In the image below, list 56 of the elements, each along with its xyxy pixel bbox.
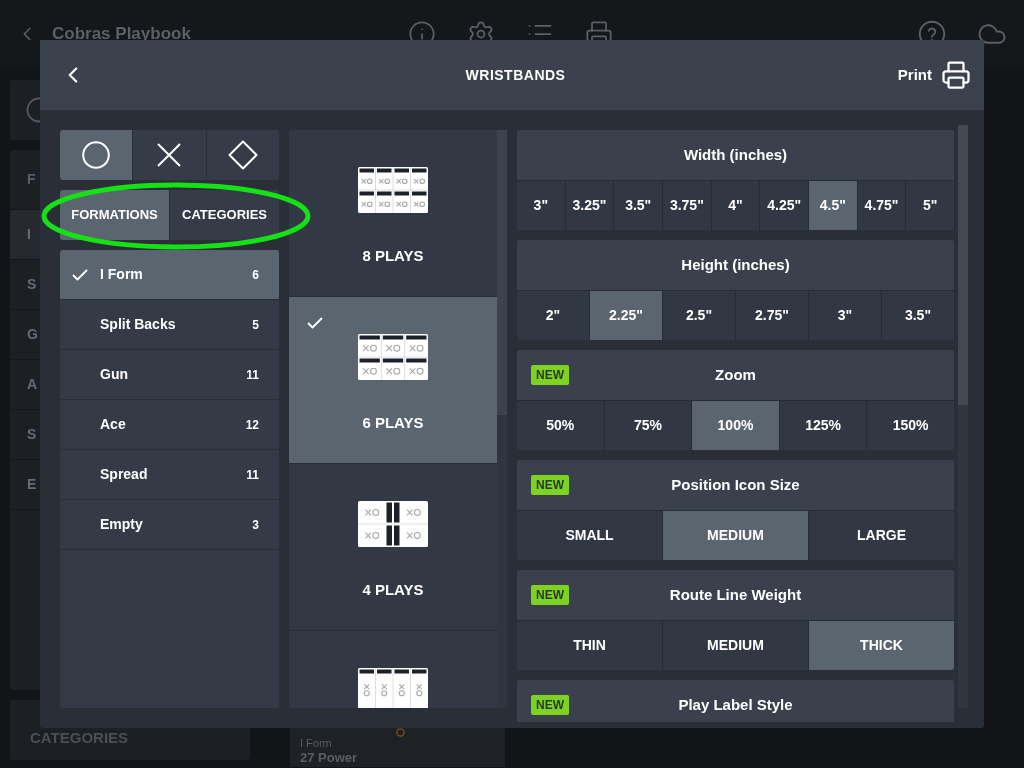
formation-count: 11	[246, 466, 259, 484]
setting-title: Height (inches)	[681, 254, 790, 275]
check-icon	[307, 317, 323, 329]
setting-title: Route Line Weight	[669, 584, 802, 605]
formation-name: Spread	[100, 465, 149, 484]
layout-label: 4 PLAYS	[362, 580, 424, 600]
tab[interactable]: FORMATIONS	[60, 190, 169, 240]
option-button[interactable]: MEDIUM	[662, 511, 808, 560]
formation-name: Empty	[100, 515, 144, 534]
app-title: Cobras Playbook	[52, 23, 191, 46]
play-title: 27 Power	[300, 750, 359, 765]
print-button[interactable]: Print	[897, 60, 971, 90]
formation-count: 5	[252, 316, 259, 334]
printer-icon	[941, 60, 971, 90]
new-badge: NEW	[531, 365, 569, 385]
formation-count: 11	[246, 366, 259, 384]
formation-item[interactable]: I Form 6	[60, 250, 279, 300]
formation-count: 3	[252, 516, 259, 534]
option-button[interactable]: 2.25"	[589, 291, 662, 340]
layout-option[interactable]: 6 PLAYS	[289, 297, 497, 464]
status-dot-icon	[396, 728, 405, 737]
formation-name: Gun	[100, 365, 129, 384]
wristband-layout-icon	[358, 668, 428, 708]
dialog-title: WRISTBANDS	[465, 65, 566, 85]
shape-toggle-button[interactable]	[133, 130, 206, 180]
scrollbar-thumb[interactable]	[958, 125, 968, 405]
formation-name: Ace	[100, 415, 127, 434]
sidebar-header: F	[27, 170, 36, 189]
formation-name: I Form	[100, 265, 144, 284]
check-icon	[72, 268, 88, 281]
scrollbar-thumb[interactable]	[497, 130, 507, 415]
layout-label: 8 PLAYS	[362, 246, 424, 266]
formation-count: 12	[245, 416, 259, 434]
new-badge: NEW	[531, 585, 569, 605]
setting-title: Position Icon Size	[671, 474, 800, 495]
option-button[interactable]: THICK	[808, 621, 954, 670]
wristband-layout-icon	[358, 501, 428, 547]
setting-title: Zoom	[715, 364, 756, 385]
formation-count: 6	[252, 266, 259, 284]
formation-name: Split Backs	[100, 315, 177, 334]
cross-icon	[157, 143, 182, 167]
new-badge: NEW	[531, 475, 569, 495]
wristband-layout-icon	[358, 334, 428, 380]
shape-toggle-button[interactable]	[60, 130, 133, 180]
new-badge: NEW	[531, 695, 569, 715]
shape-toggle-button[interactable]	[206, 130, 279, 180]
tab[interactable]: CATEGORIES	[170, 190, 279, 240]
option-button[interactable]: 4.5"	[808, 181, 857, 230]
play-formation: I Form	[300, 737, 333, 750]
wristband-layout-icon	[358, 167, 428, 213]
setting-title: Width (inches)	[683, 144, 788, 165]
circle-icon	[82, 141, 111, 169]
diamond-icon	[227, 140, 258, 170]
layout-label: 6 PLAYS	[362, 413, 424, 433]
setting-title: Play Label Style	[678, 694, 793, 715]
option-button[interactable]: 100%	[691, 401, 779, 450]
